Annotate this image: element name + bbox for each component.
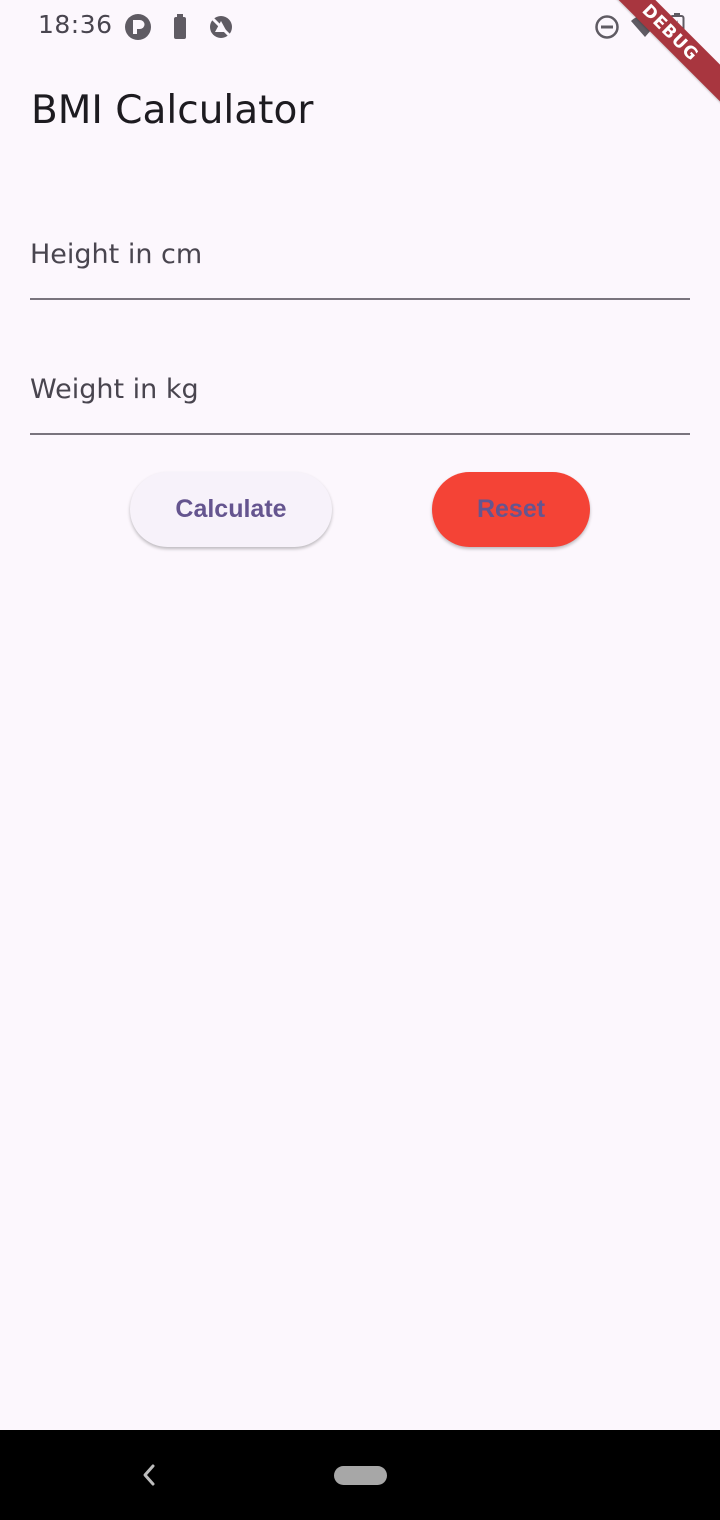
calculate-button[interactable]: Calculate — [130, 472, 332, 547]
app-screen: 18:36 DEBUG BMI Calculator Height in cm … — [0, 0, 720, 1520]
weight-input[interactable] — [30, 359, 690, 419]
system-nav-bar — [0, 1430, 720, 1520]
weight-field[interactable] — [30, 353, 690, 435]
page-title: BMI Calculator — [31, 88, 314, 133]
height-input[interactable] — [30, 224, 690, 284]
battery-icon — [172, 13, 188, 46]
status-bar: 18:36 — [0, 0, 720, 54]
app-p-icon — [124, 13, 152, 46]
back-icon[interactable] — [138, 1460, 160, 1495]
status-time: 18:36 — [38, 10, 113, 39]
reset-button[interactable]: Reset — [432, 472, 590, 547]
no-signal-icon — [208, 14, 234, 45]
home-pill-icon[interactable] — [334, 1466, 387, 1485]
dnd-icon — [594, 14, 620, 45]
height-field[interactable] — [30, 218, 690, 300]
